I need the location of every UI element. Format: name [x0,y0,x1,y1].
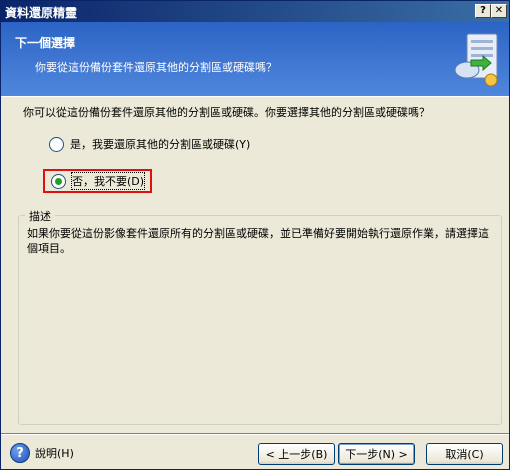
help-link[interactable]: ? 說明(H) [10,443,74,463]
wizard-window: 資料還原精靈 ? ✕ 下一個選擇 你要從這份備份套件還原其他的分割區或硬碟嗎？ … [0,0,510,470]
option-no[interactable]: 否，我不要(D) [43,169,153,193]
option-no-label[interactable]: 否，我不要(D) [70,172,146,190]
description-caption: 描述 [25,208,55,224]
back-button[interactable]: < 上一步(B) [258,443,335,465]
help-label[interactable]: 說明(H) [35,445,74,461]
wizard-header: 下一個選擇 你要從這份備份套件還原其他的分割區或硬碟嗎？ [1,22,509,95]
title-help-button[interactable]: ? [475,4,491,18]
footer-divider [1,433,509,435]
cancel-button[interactable]: 取消(C) [426,443,503,465]
header-divider [1,95,509,97]
option-yes-label[interactable]: 是，我要還原其他的分割區或硬碟(Y) [70,136,250,152]
description-text: 如果你要從這份影像套件還原所有的分割區或硬碟，並已準備好要開始執行還原作業，請選… [27,227,489,255]
question-text: 你可以從這份備份套件還原其他的分割區或硬碟。你要選擇其他的分割區或硬碟嗎？ [23,106,430,119]
header-title: 下一個選擇 [15,36,76,50]
option-yes[interactable]: 是，我要還原其他的分割區或硬碟(Y) [49,134,250,154]
header-subtitle: 你要從這份備份套件還原其他的分割區或硬碟嗎？ [35,61,277,74]
radio-no[interactable] [51,173,66,189]
close-button[interactable]: ✕ [491,4,507,18]
window-title: 資料還原精靈 [5,6,78,20]
radio-yes[interactable] [49,136,64,152]
title-bar: 資料還原精靈 ? ✕ [1,1,509,22]
next-button[interactable]: 下一步(N) > [338,443,415,465]
help-icon[interactable]: ? [10,443,30,463]
description-group: 描述 如果你要從這份影像套件還原所有的分割區或硬碟，並已準備好要開始執行還原作業… [18,208,502,425]
restore-wizard-icon [454,33,498,87]
